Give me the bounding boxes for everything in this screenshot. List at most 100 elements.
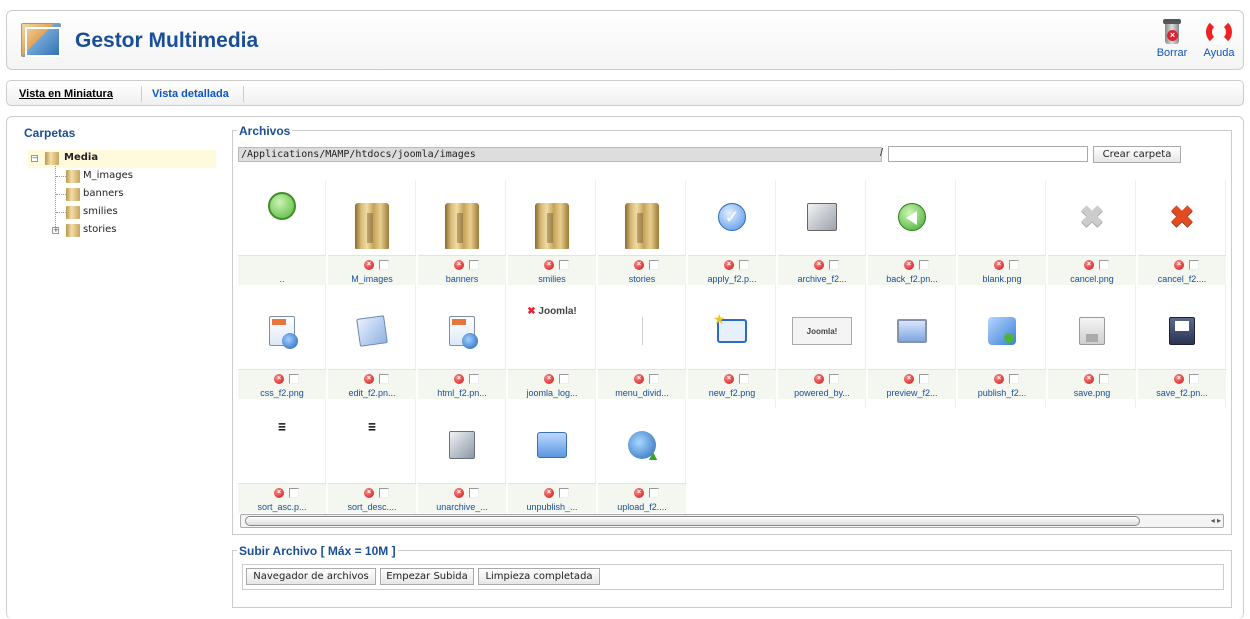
select-checkbox[interactable] xyxy=(1099,374,1109,384)
delete-icon[interactable]: × xyxy=(364,488,374,498)
file-thumbnail[interactable] xyxy=(1138,294,1226,368)
select-checkbox[interactable] xyxy=(379,374,389,384)
file-thumbnail[interactable] xyxy=(688,294,776,368)
file-item[interactable]: × preview_f2... xyxy=(868,294,956,408)
select-checkbox[interactable] xyxy=(559,488,569,498)
delete-icon[interactable]: × xyxy=(994,374,1004,384)
file-thumbnail[interactable] xyxy=(778,180,866,254)
file-thumbnail[interactable] xyxy=(598,294,686,368)
file-thumbnail[interactable] xyxy=(598,180,686,254)
select-checkbox[interactable] xyxy=(649,488,659,498)
file-thumbnail[interactable] xyxy=(418,294,506,368)
file-item[interactable]: × new_f2.png xyxy=(688,294,776,408)
select-checkbox[interactable] xyxy=(739,374,749,384)
file-item[interactable]: ≡ × sort_asc.p... xyxy=(238,408,326,522)
select-checkbox[interactable] xyxy=(649,374,659,384)
file-item[interactable]: × save.png xyxy=(1048,294,1136,408)
file-thumbnail[interactable] xyxy=(328,180,416,254)
select-checkbox[interactable] xyxy=(379,488,389,498)
delete-icon[interactable]: × xyxy=(364,260,374,270)
file-item[interactable]: × unarchive_... xyxy=(418,408,506,522)
delete-icon[interactable]: × xyxy=(814,374,824,384)
scrollbar-thumb[interactable] xyxy=(245,516,1140,526)
file-item[interactable]: × M_images xyxy=(328,180,416,294)
file-thumbnail[interactable]: ✖ xyxy=(1048,180,1136,254)
delete-icon[interactable]: × xyxy=(544,488,554,498)
select-checkbox[interactable] xyxy=(829,260,839,270)
file-item[interactable]: × smilies xyxy=(508,180,596,294)
file-thumbnail[interactable]: ≡ xyxy=(238,408,326,482)
select-checkbox[interactable] xyxy=(919,374,929,384)
select-checkbox[interactable] xyxy=(1099,260,1109,270)
file-thumbnail[interactable] xyxy=(958,180,1046,254)
file-item[interactable]: ✓ × apply_f2.p... xyxy=(688,180,776,294)
select-checkbox[interactable] xyxy=(559,260,569,270)
select-checkbox[interactable] xyxy=(469,374,479,384)
file-thumbnail[interactable]: Joomla! xyxy=(778,294,866,368)
file-thumbnail[interactable] xyxy=(1048,294,1136,368)
select-checkbox[interactable] xyxy=(739,260,749,270)
delete-icon[interactable]: × xyxy=(634,374,644,384)
tab-detailed-view[interactable]: Vista detallada xyxy=(152,88,229,100)
delete-icon[interactable]: × xyxy=(364,374,374,384)
delete-icon[interactable]: × xyxy=(814,260,824,270)
select-checkbox[interactable] xyxy=(289,488,299,498)
file-item[interactable]: Joomla! × powered_by... xyxy=(778,294,866,408)
delete-icon[interactable]: × xyxy=(904,260,914,270)
start-upload-button[interactable]: Empezar Subida xyxy=(380,568,474,585)
file-item[interactable]: × blank.png xyxy=(958,180,1046,294)
file-item[interactable]: × css_f2.png xyxy=(238,294,326,408)
select-checkbox[interactable] xyxy=(1009,260,1019,270)
select-checkbox[interactable] xyxy=(829,374,839,384)
file-item[interactable]: × archive_f2... xyxy=(778,180,866,294)
delete-icon[interactable]: × xyxy=(454,260,464,270)
file-thumbnail[interactable] xyxy=(508,180,596,254)
browse-files-button[interactable]: Navegador de archivos xyxy=(246,568,376,585)
select-checkbox[interactable] xyxy=(1009,374,1019,384)
file-thumbnail[interactable]: ✖ xyxy=(1138,180,1226,254)
delete-icon[interactable]: × xyxy=(274,488,284,498)
select-checkbox[interactable] xyxy=(649,260,659,270)
select-checkbox[interactable] xyxy=(919,260,929,270)
collapse-icon[interactable]: − xyxy=(31,155,38,162)
delete-icon[interactable]: × xyxy=(544,374,554,384)
delete-button[interactable]: × Borrar xyxy=(1150,19,1194,59)
file-thumbnail[interactable] xyxy=(958,294,1046,368)
file-thumbnail[interactable] xyxy=(238,294,326,368)
file-item[interactable]: ≡ × sort_desc.... xyxy=(328,408,416,522)
select-checkbox[interactable] xyxy=(289,374,299,384)
delete-icon[interactable]: × xyxy=(904,374,914,384)
delete-icon[interactable]: × xyxy=(1174,374,1184,384)
file-thumbnail[interactable] xyxy=(328,294,416,368)
file-item[interactable]: ✖ Joomla! × joomla_log... xyxy=(508,294,596,408)
file-thumbnail[interactable]: ✖ Joomla! xyxy=(508,294,596,368)
delete-icon[interactable]: × xyxy=(1174,260,1184,270)
select-checkbox[interactable] xyxy=(1189,260,1199,270)
file-thumbnail[interactable] xyxy=(598,408,686,482)
delete-icon[interactable]: × xyxy=(1084,260,1094,270)
file-item[interactable]: × back_f2.pn... xyxy=(868,180,956,294)
file-thumbnail[interactable]: ≡ xyxy=(328,408,416,482)
delete-icon[interactable]: × xyxy=(1084,374,1094,384)
file-thumbnail[interactable] xyxy=(418,408,506,482)
create-folder-button[interactable]: Crear carpeta xyxy=(1093,146,1181,163)
select-checkbox[interactable] xyxy=(469,488,479,498)
file-item[interactable]: × stories xyxy=(598,180,686,294)
file-item[interactable]: ✖ × cancel.png xyxy=(1048,180,1136,294)
delete-icon[interactable]: × xyxy=(724,260,734,270)
file-item[interactable]: × upload_f2.... xyxy=(598,408,686,522)
help-button[interactable]: Ayuda xyxy=(1197,19,1241,59)
tab-thumbnail-view[interactable]: Vista en Miniatura xyxy=(19,88,113,100)
delete-icon[interactable]: × xyxy=(454,488,464,498)
file-item[interactable]: × banners xyxy=(418,180,506,294)
select-checkbox[interactable] xyxy=(379,260,389,270)
file-item[interactable]: × edit_f2.pn... xyxy=(328,294,416,408)
horizontal-scrollbar[interactable]: ◂ ▸ xyxy=(240,514,1224,528)
select-checkbox[interactable] xyxy=(469,260,479,270)
scroll-arrows-icon[interactable]: ◂ ▸ xyxy=(1211,515,1221,527)
file-thumbnail[interactable] xyxy=(868,180,956,254)
delete-icon[interactable]: × xyxy=(454,374,464,384)
clear-list-button[interactable]: Limpieza completada xyxy=(478,568,600,585)
delete-icon[interactable]: × xyxy=(994,260,1004,270)
file-item[interactable]: × menu_divid... xyxy=(598,294,686,408)
